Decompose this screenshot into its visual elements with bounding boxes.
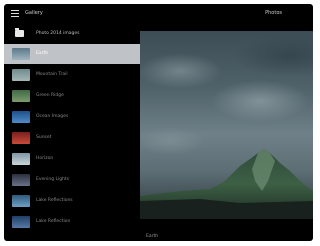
tablet-screen: Gallery Photos Photo 2014 images Earth Mo… — [4, 4, 313, 241]
thumbnail-image — [12, 195, 30, 207]
app-title: Gallery — [25, 10, 43, 16]
sidebar-item[interactable]: Ocean Images — [4, 107, 140, 127]
thumbnail-image — [12, 174, 30, 186]
sidebar-item[interactable]: Mountain Trail — [4, 65, 140, 85]
photo-viewer[interactable] — [140, 31, 313, 219]
folder-icon — [15, 28, 24, 37]
sidebar-item-label: Mountain Trail — [36, 72, 68, 77]
thumbnail-image — [12, 69, 30, 81]
thumbnail-image — [12, 90, 30, 102]
sidebar-item[interactable]: Lake Reflections — [4, 191, 140, 211]
folder-header[interactable]: Photo 2014 images — [4, 24, 140, 44]
sidebar-item-label: Ocean Images — [36, 114, 69, 119]
thumbnail-image — [12, 216, 30, 228]
sidebar-item[interactable]: Sunset — [4, 128, 140, 148]
menu-icon[interactable] — [11, 10, 19, 17]
bottom-bar: Earth — [4, 233, 313, 241]
foreground-shadow — [140, 199, 313, 219]
thumbnail-image — [12, 153, 30, 165]
top-bar: Gallery Photos — [4, 4, 313, 24]
mountain-photo — [140, 149, 313, 219]
folder-sidebar: Photo 2014 images Earth Mountain Trail Gre… — [4, 24, 140, 233]
sidebar-item[interactable]: Green Ridge — [4, 86, 140, 106]
thumbnail-image — [12, 132, 30, 144]
sidebar-item-label: Sunset — [36, 135, 52, 140]
thumbnail-image — [12, 111, 30, 123]
sidebar-item[interactable]: Earth — [4, 44, 140, 64]
thumbnail-image — [12, 48, 30, 60]
sidebar-item-label: Green Ridge — [36, 93, 64, 98]
sidebar-item-label: Earth — [36, 51, 49, 56]
sidebar-item-label: Horizon — [36, 156, 54, 161]
sidebar-item[interactable]: Evening Lights — [4, 170, 140, 190]
current-photo-label: Earth — [146, 234, 159, 239]
folder-label: Photo 2014 images — [36, 31, 80, 36]
sidebar-item-label: Evening Lights — [36, 177, 70, 182]
sidebar-item[interactable]: Horizon — [4, 149, 140, 169]
sidebar-item[interactable]: Lake Reflection — [4, 212, 140, 232]
photos-button[interactable]: Photos — [265, 10, 282, 16]
sidebar-item-label: Lake Reflections — [36, 198, 73, 203]
sidebar-item-label: Lake Reflection — [36, 219, 71, 224]
